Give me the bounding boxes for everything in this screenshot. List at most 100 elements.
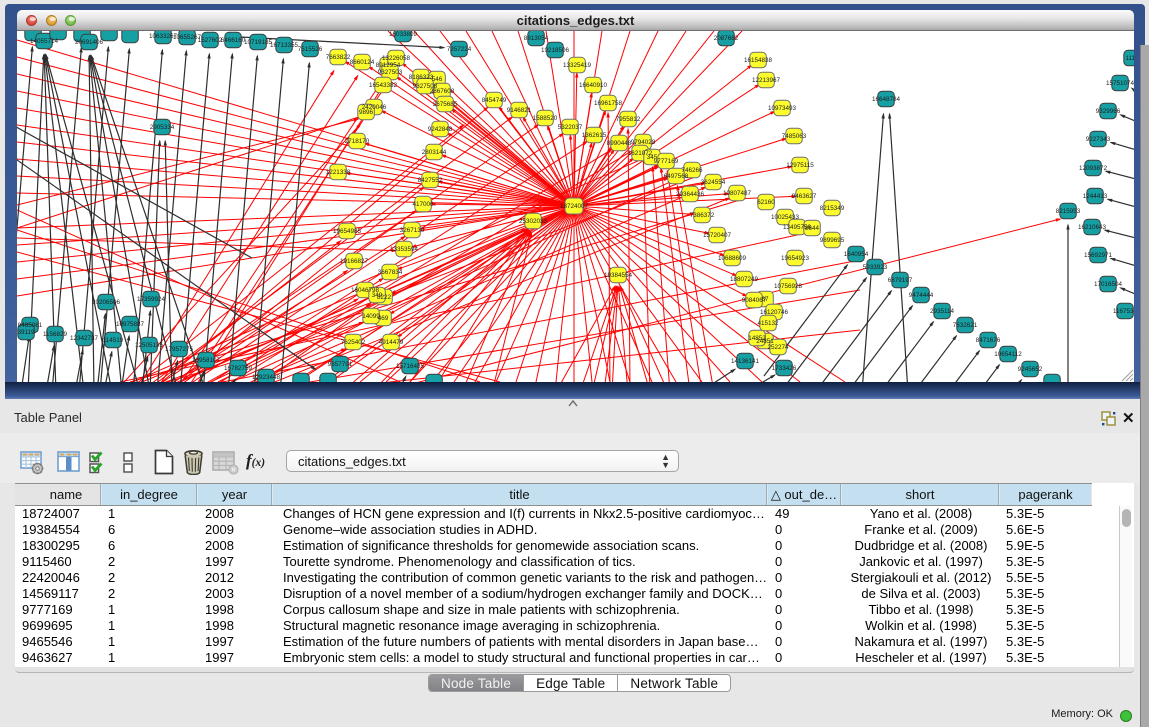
svg-text:15692971: 15692971 <box>1084 252 1113 259</box>
svg-text:25302033: 25302033 <box>519 218 548 225</box>
svg-text:9896: 9896 <box>359 109 374 116</box>
svg-text:16648784: 16648784 <box>872 96 901 103</box>
svg-text:18724007: 18724007 <box>560 203 589 210</box>
svg-text:17016504: 17016504 <box>1094 281 1123 288</box>
svg-text:10975887: 10975887 <box>116 321 145 328</box>
svg-text:2718170: 2718170 <box>345 138 370 145</box>
svg-text:16640910: 16640910 <box>579 82 608 89</box>
svg-text:1156829: 1156829 <box>43 331 68 338</box>
svg-text:1588520: 1588520 <box>533 115 558 122</box>
svg-text:1527602: 1527602 <box>198 37 223 44</box>
svg-text:10688609: 10688609 <box>718 255 747 262</box>
svg-text:20364436: 20364436 <box>676 191 705 198</box>
svg-text:19654985: 19654985 <box>333 228 362 235</box>
svg-text:10958107: 10958107 <box>192 357 221 364</box>
svg-text:12923448: 12923448 <box>252 374 281 381</box>
svg-text:10807487: 10807487 <box>723 190 752 197</box>
svg-text:16210643: 16210643 <box>1078 224 1107 231</box>
svg-text:2803144: 2803144 <box>422 149 447 156</box>
svg-text:13325419: 13325419 <box>563 62 592 69</box>
svg-text:10025433: 10025433 <box>771 214 800 221</box>
svg-text:14852: 14852 <box>748 335 766 342</box>
svg-text:9857791: 9857791 <box>328 361 353 368</box>
svg-text:8186323: 8186323 <box>409 74 434 81</box>
svg-text:9899695: 9899695 <box>820 237 845 244</box>
svg-text:16961758: 16961758 <box>594 100 623 107</box>
svg-text:19166827: 19166827 <box>340 258 369 265</box>
svg-text:3624554: 3624554 <box>701 179 726 186</box>
svg-text:15716485: 15716485 <box>396 363 425 370</box>
svg-text:10756928: 10756928 <box>774 283 803 290</box>
svg-text:2087682: 2087682 <box>714 35 739 42</box>
svg-text:7632621: 7632621 <box>953 322 978 329</box>
svg-text:16033809: 16033809 <box>389 31 418 38</box>
svg-text:415132: 415132 <box>757 320 779 327</box>
svg-text:2935114: 2935114 <box>930 308 955 315</box>
svg-text:9245652: 9245652 <box>1018 366 1043 373</box>
svg-text:10654112: 10654112 <box>994 351 1022 358</box>
svg-text:19654923: 19654923 <box>781 255 810 262</box>
svg-text:252274: 252274 <box>767 344 789 351</box>
svg-text:7663822: 7663822 <box>326 54 351 61</box>
svg-text:16543382: 16543382 <box>369 82 398 89</box>
svg-text:8644: 8644 <box>805 225 820 232</box>
svg-text:1244413: 1244413 <box>1083 193 1108 200</box>
svg-text:8215349: 8215349 <box>820 205 845 212</box>
svg-text:9146821: 9146821 <box>507 107 532 114</box>
svg-text:1221338: 1221338 <box>326 169 351 176</box>
svg-text:14055714: 14055714 <box>30 38 59 45</box>
svg-text:6879197: 6879197 <box>888 277 913 284</box>
svg-text:9227343: 9227343 <box>1086 136 1111 143</box>
svg-text:7625402: 7625402 <box>341 339 366 346</box>
svg-text:13353594: 13353594 <box>390 246 419 253</box>
svg-text:3675685: 3675685 <box>433 101 458 108</box>
svg-text:18807249: 18807249 <box>730 276 759 283</box>
svg-text:2867608: 2867608 <box>430 88 455 95</box>
svg-text:7485063: 7485063 <box>782 133 807 140</box>
svg-text:12975115: 12975115 <box>786 162 814 169</box>
svg-text:16154838: 16154838 <box>744 57 773 64</box>
svg-text:8990448: 8990448 <box>607 140 632 147</box>
svg-text:1733426: 1733426 <box>772 365 797 372</box>
svg-text:10719185: 10719185 <box>244 39 273 46</box>
svg-text:9485061: 9485061 <box>18 322 43 329</box>
svg-text:12213967: 12213967 <box>752 77 781 84</box>
svg-text:12505135: 12505135 <box>135 342 164 349</box>
svg-text:5322037: 5322037 <box>558 124 583 131</box>
svg-text:2905334: 2905334 <box>150 124 175 131</box>
svg-text:349: 349 <box>372 292 383 299</box>
svg-text:39119: 39119 <box>17 329 35 336</box>
svg-text:16713355: 16713355 <box>270 42 299 49</box>
svg-text:19384554: 19384554 <box>604 272 633 279</box>
svg-text:8454749: 8454749 <box>482 97 507 104</box>
svg-text:3267130: 3267130 <box>400 227 425 234</box>
svg-text:15751074: 15751074 <box>1106 80 1134 87</box>
svg-text:3667834: 3667834 <box>378 269 403 276</box>
svg-text:9327503: 9327503 <box>378 69 403 76</box>
svg-text:9242848: 9242848 <box>428 126 453 133</box>
svg-text:4914479: 4914479 <box>379 339 404 346</box>
svg-text:1167534: 1167534 <box>1113 308 1134 315</box>
svg-text:546: 546 <box>432 76 443 83</box>
svg-text:9084067: 9084067 <box>742 297 767 304</box>
svg-text:14099: 14099 <box>362 313 380 320</box>
svg-text:1112: 1112 <box>1125 55 1134 62</box>
svg-text:9474444: 9474444 <box>909 292 934 299</box>
svg-text:62160: 62160 <box>757 199 775 206</box>
svg-text:9463627: 9463627 <box>792 193 817 200</box>
svg-text:8471676: 8471676 <box>976 337 1001 344</box>
svg-text:10973493: 10973493 <box>768 105 797 112</box>
svg-text:1640954: 1640954 <box>844 251 869 258</box>
svg-text:9329966: 9329966 <box>1096 108 1121 115</box>
svg-text:8215953: 8215953 <box>1056 208 1081 215</box>
svg-text:17957275: 17957275 <box>165 346 194 353</box>
svg-text:417006: 417006 <box>412 201 434 208</box>
svg-text:8912954: 8912954 <box>376 62 401 69</box>
svg-text:15720407: 15720407 <box>703 232 732 239</box>
svg-text:14136141: 14136141 <box>731 358 760 365</box>
svg-text:13226058: 13226058 <box>382 55 411 62</box>
svg-text:12342737: 12342737 <box>70 335 99 342</box>
svg-text:16782759: 16782759 <box>224 365 253 372</box>
svg-text:9794028: 9794028 <box>631 139 656 146</box>
svg-text:8660124: 8660124 <box>350 59 375 66</box>
